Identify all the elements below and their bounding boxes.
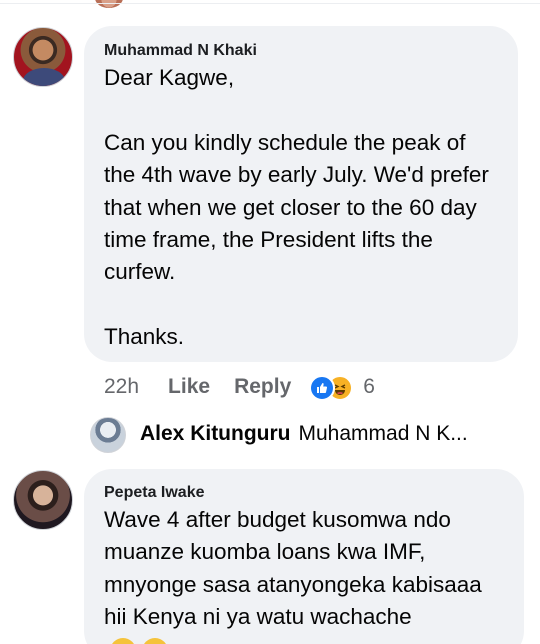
- comment-line: Wave 4 after budget kusomwa ndo: [104, 507, 451, 532]
- comment-body: Wave 4 after budget kusomwa ndo muanze k…: [104, 504, 504, 644]
- reaction-count[interactable]: 6: [363, 375, 375, 399]
- comment-line-emoji: [104, 634, 504, 644]
- avatar-alex[interactable]: [90, 417, 126, 453]
- laughing-emoji-icon: [110, 637, 136, 644]
- reply-button[interactable]: Reply: [234, 375, 291, 399]
- comment-line-blank: [104, 94, 498, 126]
- reaction-summary[interactable]: [309, 373, 357, 401]
- comment-author[interactable]: Muhammad N Khaki: [104, 41, 498, 60]
- comment-author[interactable]: Pepeta Iwake: [104, 483, 504, 502]
- comment-body: Dear Kagwe, Can you kindly schedule the …: [104, 62, 498, 354]
- laughing-emoji-icon: [142, 637, 168, 644]
- comment-actions: 22h Like Reply 6: [104, 372, 375, 402]
- comment-line: muanze kuomba loans kwa IMF,: [104, 539, 426, 565]
- comment-line: Thanks.: [104, 324, 185, 350]
- comment-bubble: Muhammad N Khaki Dear Kagwe, Can you kin…: [84, 26, 518, 362]
- previous-reaction-icon: [95, 0, 123, 8]
- reply-preview-row[interactable]: Alex Kitunguru Muhammad N K...: [140, 422, 468, 446]
- reply-author[interactable]: Alex Kitunguru: [140, 422, 291, 445]
- comment-line: Dear Kagwe,: [104, 65, 235, 90]
- avatar-muhammad[interactable]: [13, 27, 73, 87]
- comment-line: Can you kindly schedule the peak of the …: [104, 129, 489, 285]
- like-button[interactable]: Like: [168, 375, 210, 399]
- divider: [0, 3, 540, 4]
- comment-timestamp[interactable]: 22h: [104, 375, 139, 399]
- comment-bubble: Pepeta Iwake Wave 4 after budget kusomwa…: [84, 469, 524, 644]
- comment-line-blank: [104, 289, 498, 321]
- avatar-pepeta[interactable]: [13, 470, 73, 530]
- reply-preview-text[interactable]: Muhammad N K...: [299, 422, 468, 445]
- comment-line: hii Kenya ni ya watu wachache: [104, 604, 412, 630]
- comment-line: mnyonge sasa atanyongeka kabisaaa: [104, 571, 482, 597]
